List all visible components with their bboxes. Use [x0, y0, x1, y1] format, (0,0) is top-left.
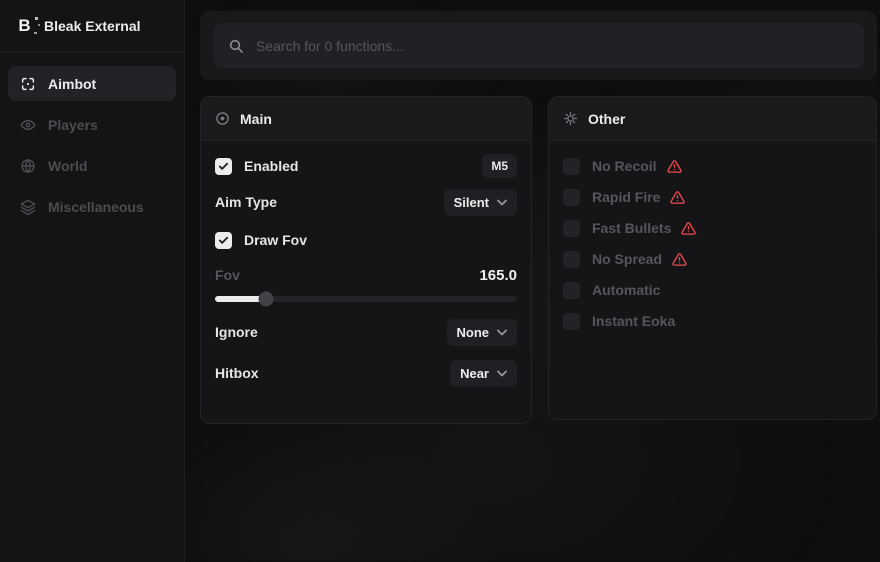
- sidebar-item-label: World: [48, 158, 87, 174]
- automatic-checkbox[interactable]: [563, 282, 580, 299]
- search-input[interactable]: [256, 38, 850, 54]
- fov-slider[interactable]: [215, 291, 517, 306]
- main-panel-body: Enabled M5 Aim Type Silent Draw Fov Fov …: [201, 153, 531, 386]
- instant-eoka-checkbox[interactable]: [563, 313, 580, 330]
- ignore-dropdown[interactable]: None: [447, 319, 518, 346]
- sidebar-item-label: Miscellaneous: [48, 199, 144, 215]
- top-bar: [200, 11, 877, 80]
- sidebar-item-world[interactable]: World: [8, 148, 176, 183]
- search-box[interactable]: [214, 23, 864, 68]
- sidebar-item-label: Players: [48, 117, 98, 133]
- draw-fov-checkbox[interactable]: [215, 232, 232, 249]
- fast-bullets-label: Fast Bullets: [592, 220, 671, 236]
- fov-value: 165.0: [479, 267, 517, 284]
- automatic-label: Automatic: [592, 282, 660, 298]
- draw-fov-label: Draw Fov: [244, 232, 307, 248]
- draw-fov-toggle[interactable]: Draw Fov: [215, 227, 517, 253]
- logo-letter: B: [18, 16, 29, 36]
- aim-type-label: Aim Type: [215, 194, 277, 210]
- chevron-down-icon: [497, 329, 507, 336]
- sidebar-header: B Bleak External: [0, 0, 184, 52]
- aim-type-value: Silent: [454, 195, 489, 210]
- globe-icon: [20, 158, 36, 174]
- automatic-toggle[interactable]: Automatic: [563, 277, 862, 303]
- no-spread-checkbox[interactable]: [563, 251, 580, 268]
- other-panel-header: Other: [549, 97, 876, 141]
- enabled-toggle[interactable]: Enabled: [215, 158, 298, 175]
- fov-label: Fov: [215, 267, 240, 283]
- hitbox-dropdown[interactable]: Near: [450, 360, 517, 387]
- hitbox-row: Hitbox Near: [215, 360, 517, 386]
- warning-triangle-icon: [670, 190, 685, 205]
- hitbox-value: Near: [460, 366, 489, 381]
- crosshair-scan-icon: [20, 76, 36, 92]
- no-spread-label: No Spread: [592, 251, 662, 267]
- sidebar-item-miscellaneous[interactable]: Miscellaneous: [8, 189, 176, 224]
- rapid-fire-label: Rapid Fire: [592, 189, 660, 205]
- sidebar-item-players[interactable]: Players: [8, 107, 176, 142]
- instant-eoka-toggle[interactable]: Instant Eoka: [563, 308, 862, 334]
- rapid-fire-toggle[interactable]: Rapid Fire: [563, 184, 862, 210]
- sidebar: B Bleak External Aimbot Players World: [0, 0, 185, 562]
- warning-triangle-icon: [667, 159, 682, 174]
- gear-icon: [563, 111, 578, 126]
- warning-triangle-icon: [681, 221, 696, 236]
- hitbox-label: Hitbox: [215, 365, 259, 381]
- warning-triangle-icon: [672, 252, 687, 267]
- sidebar-item-aimbot[interactable]: Aimbot: [8, 66, 176, 101]
- other-panel-body: No Recoil Rapid Fire Fast Bullets: [549, 153, 876, 334]
- sidebar-nav: Aimbot Players World Miscellaneous: [0, 52, 184, 224]
- chevron-down-icon: [497, 199, 507, 206]
- app-title: Bleak External: [44, 18, 141, 34]
- aim-type-dropdown[interactable]: Silent: [444, 189, 517, 216]
- main-panel: Main Enabled M5 Aim Type Silent Draw Fov: [200, 96, 532, 424]
- ignore-label: Ignore: [215, 324, 258, 340]
- sidebar-item-label: Aimbot: [48, 76, 96, 92]
- rapid-fire-checkbox[interactable]: [563, 189, 580, 206]
- instant-eoka-label: Instant Eoka: [592, 313, 675, 329]
- enabled-checkbox[interactable]: [215, 158, 232, 175]
- aim-type-row: Aim Type Silent: [215, 189, 517, 215]
- no-recoil-label: No Recoil: [592, 158, 657, 174]
- main-panel-title: Main: [240, 111, 272, 127]
- no-recoil-toggle[interactable]: No Recoil: [563, 153, 862, 179]
- fast-bullets-toggle[interactable]: Fast Bullets: [563, 215, 862, 241]
- enabled-keybind-button[interactable]: M5: [482, 154, 517, 178]
- ignore-row: Ignore None: [215, 319, 517, 345]
- ignore-value: None: [457, 325, 490, 340]
- other-panel-title: Other: [588, 111, 625, 127]
- enabled-label: Enabled: [244, 158, 298, 174]
- main-panel-header: Main: [201, 97, 531, 141]
- search-icon: [228, 38, 244, 54]
- target-icon: [215, 111, 230, 126]
- app-logo-icon: B: [14, 16, 34, 36]
- no-recoil-checkbox[interactable]: [563, 158, 580, 175]
- fov-slider-thumb[interactable]: [259, 291, 274, 306]
- check-icon: [218, 235, 229, 246]
- fast-bullets-checkbox[interactable]: [563, 220, 580, 237]
- check-icon: [218, 161, 229, 172]
- chevron-down-icon: [497, 370, 507, 377]
- no-spread-toggle[interactable]: No Spread: [563, 246, 862, 272]
- enabled-row: Enabled M5: [215, 153, 517, 179]
- eye-icon: [20, 117, 36, 133]
- other-panel: Other No Recoil Rapid Fire: [548, 96, 877, 420]
- layers-icon: [20, 199, 36, 215]
- fov-row: Fov 165.0: [215, 266, 517, 284]
